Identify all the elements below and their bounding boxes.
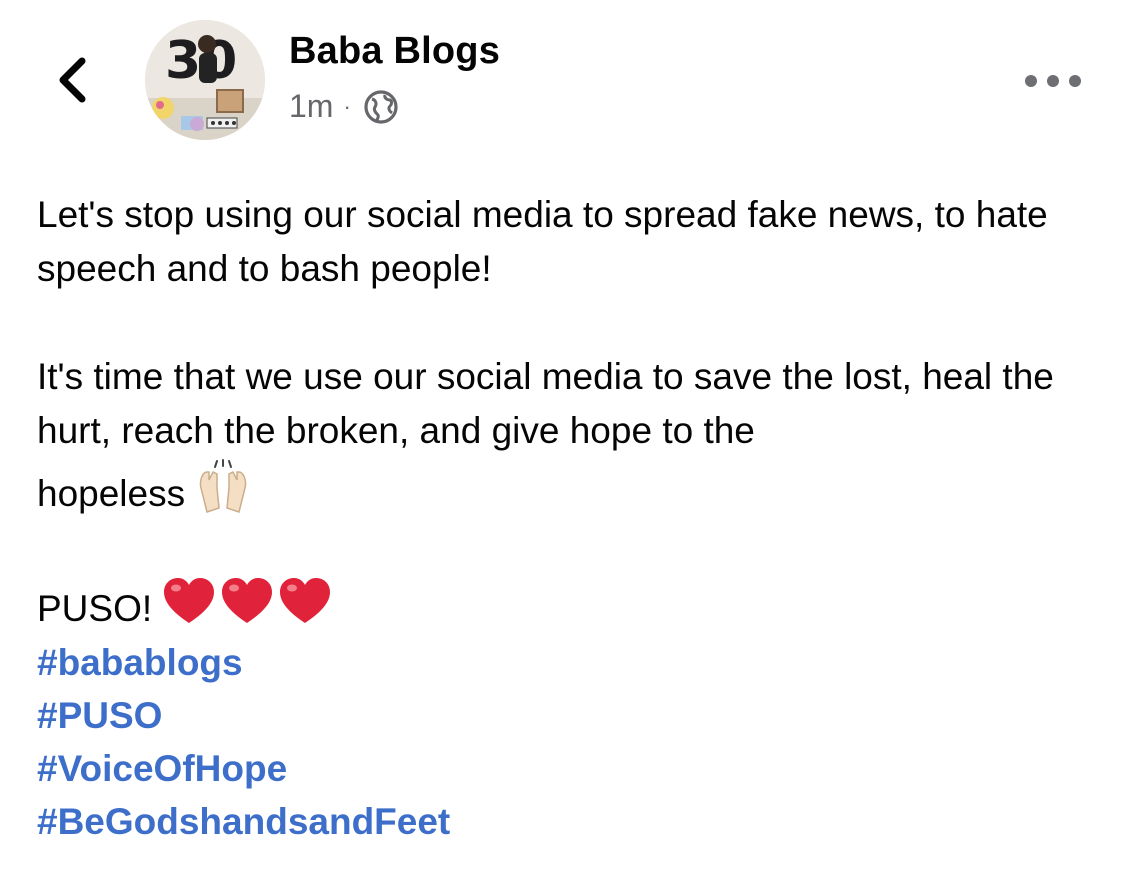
avatar[interactable]: 30 — [145, 20, 265, 140]
post-view: 30 Baba Blogs 1m · Let's stop — [0, 0, 1125, 880]
post-meta: 1m · — [289, 88, 399, 125]
globe-icon[interactable] — [363, 89, 399, 125]
closing-line: PUSO! — [37, 575, 1107, 636]
post-paragraph-2-text: It's time that we use our social media t… — [37, 356, 1054, 451]
more-horizontal-icon — [1025, 75, 1037, 87]
hashtag-list: #babablogs #PUSO #VoiceOfHope #BeGodshan… — [37, 636, 1107, 848]
post-body: Let's stop using our social media to spr… — [37, 188, 1107, 848]
hashtag-link[interactable]: #BeGodshandsandFeet — [37, 795, 1107, 848]
chevron-left-icon — [59, 57, 86, 103]
post-paragraph-2: It's time that we use our social media t… — [37, 350, 1107, 470]
post-paragraph-1: Let's stop using our social media to spr… — [37, 194, 1048, 289]
hopeless-word: hopeless — [37, 473, 186, 514]
hashtag-link[interactable]: #VoiceOfHope — [37, 742, 1107, 795]
hashtag-link[interactable]: #PUSO — [37, 689, 1107, 742]
raising-hands-emoji — [200, 459, 247, 513]
timestamp[interactable]: 1m — [289, 88, 333, 125]
back-button[interactable] — [44, 48, 100, 112]
red-heart-emoji — [164, 578, 331, 623]
closing-text: PUSO! — [37, 588, 153, 629]
author-name[interactable]: Baba Blogs — [289, 30, 500, 73]
hashtag-link[interactable]: #babablogs — [37, 636, 1107, 689]
meta-separator: · — [343, 93, 351, 119]
more-options-button[interactable] — [1025, 66, 1081, 96]
